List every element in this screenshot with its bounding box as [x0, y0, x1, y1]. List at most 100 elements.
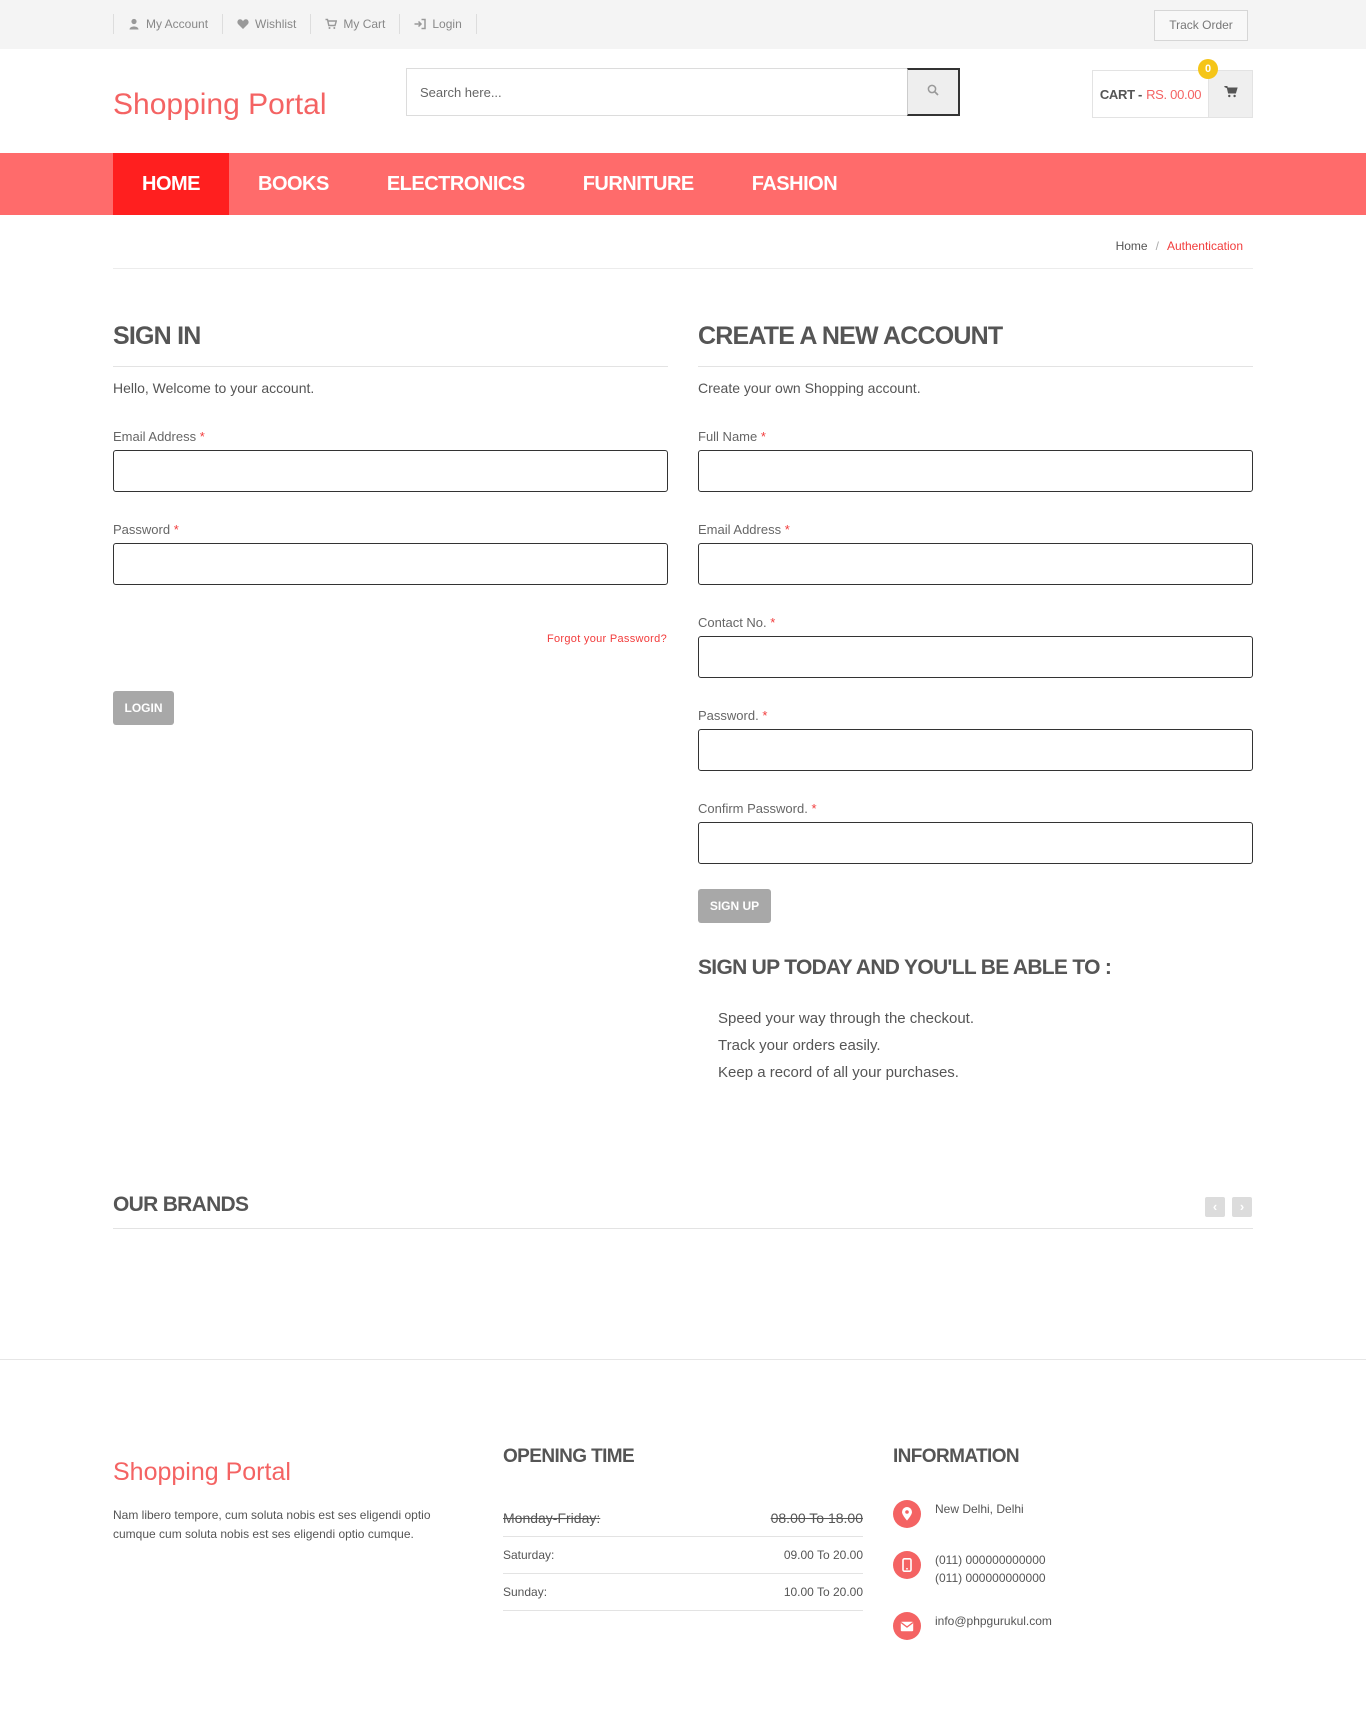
- header-cart[interactable]: CART - RS. 00.00: [1092, 70, 1253, 118]
- fullname-label-text: Full Name: [698, 429, 758, 444]
- search-button[interactable]: [907, 68, 960, 116]
- required-mark: *: [762, 708, 768, 723]
- signup-email-label: Email Address *: [698, 522, 1253, 537]
- signup-email-input[interactable]: [698, 543, 1253, 585]
- cart-summary: CART - RS. 00.00: [1093, 71, 1208, 117]
- login-icon: [414, 18, 427, 30]
- signin-email-input[interactable]: [113, 450, 668, 492]
- phone-2: (011) 000000000000: [935, 1571, 1046, 1585]
- brands-title: OUR BRANDS: [113, 1193, 249, 1216]
- create-account-section: CREATE A NEW ACCOUNT Create your own Sho…: [698, 322, 1253, 1086]
- breadcrumb-home[interactable]: Home: [1116, 239, 1148, 253]
- required-mark: *: [811, 801, 817, 816]
- envelope-icon: [893, 1612, 921, 1640]
- heart-icon: [237, 18, 249, 30]
- contact-label-text: Contact No.: [698, 615, 767, 630]
- confirm-password-label-text: Confirm Password.: [698, 801, 808, 816]
- signup-password-label: Password. *: [698, 708, 1253, 723]
- benefits-title: SIGN UP TODAY AND YOU'LL BE ABLE TO :: [698, 956, 1112, 979]
- nav-item-electronics[interactable]: ELECTRONICS: [358, 153, 554, 215]
- main-nav: HOME BOOKS ELECTRONICS FURNITURE FASHION: [0, 153, 1366, 215]
- opening-hours-table: Monday-Friday: 08.00 To 18.00 Saturday: …: [503, 1500, 863, 1611]
- divider: [113, 1228, 1253, 1229]
- info-phone: (011) 000000000000 (011) 000000000000: [893, 1551, 1253, 1587]
- fullname-input[interactable]: [698, 450, 1253, 492]
- signup-password-input[interactable]: [698, 729, 1253, 771]
- my-account-label: My Account: [146, 17, 209, 31]
- my-cart-link[interactable]: My Cart: [310, 14, 401, 34]
- sign-up-button[interactable]: SIGN UP: [698, 889, 771, 923]
- search-input[interactable]: [407, 69, 907, 115]
- basket-icon: [1223, 85, 1238, 103]
- map-marker-icon: [893, 1500, 921, 1528]
- my-account-link[interactable]: My Account: [113, 14, 224, 34]
- hours-day: Monday-Friday:: [503, 1510, 601, 1526]
- cart-count-badge: 0: [1198, 59, 1218, 79]
- nav-item-furniture[interactable]: FURNITURE: [554, 153, 723, 215]
- signin-email-label-text: Email Address: [113, 429, 197, 444]
- footer-description: Nam libero tempore, cum soluta nobis est…: [113, 1508, 431, 1541]
- hours-time: 08.00 To 18.00: [770, 1510, 863, 1526]
- wishlist-label: Wishlist: [255, 17, 297, 31]
- search-icon: [927, 83, 939, 101]
- hours-time: 10.00 To 20.00: [783, 1585, 863, 1599]
- site-logo[interactable]: Shopping Portal: [113, 88, 327, 122]
- table-row: Sunday: 10.00 To 20.00: [503, 1574, 863, 1611]
- signin-password-label: Password *: [113, 522, 668, 537]
- brands-prev-button[interactable]: ‹: [1205, 1197, 1225, 1217]
- signin-password-input[interactable]: [113, 543, 668, 585]
- create-account-title: CREATE A NEW ACCOUNT: [698, 322, 1253, 367]
- opening-time-title: OPENING TIME: [503, 1446, 635, 1467]
- confirm-password-label: Confirm Password. *: [698, 801, 1253, 816]
- contact-input[interactable]: [698, 636, 1253, 678]
- nav-item-home[interactable]: HOME: [113, 153, 229, 215]
- required-mark: *: [173, 522, 179, 537]
- signup-password-label-text: Password.: [698, 708, 759, 723]
- forgot-password-link[interactable]: Forgot your Password?: [547, 633, 667, 645]
- signup-benefits: SIGN UP TODAY AND YOU'LL BE ABLE TO : Sp…: [698, 956, 1253, 1086]
- list-item: Speed your way through the checkout.: [718, 1010, 974, 1027]
- signin-password-label-text: Password: [113, 522, 171, 537]
- list-item: Track your orders easily.: [718, 1037, 881, 1054]
- login-button[interactable]: LOGIN: [113, 691, 174, 725]
- nav-item-fashion[interactable]: FASHION: [723, 153, 866, 215]
- cart-label: CART -: [1099, 86, 1143, 102]
- signin-email-label: Email Address *: [113, 429, 668, 444]
- search-bar: [406, 68, 960, 116]
- breadcrumb: Home / Authentication: [1116, 239, 1243, 253]
- info-address: New Delhi, Delhi: [893, 1500, 1253, 1528]
- table-row: Saturday: 09.00 To 20.00: [503, 1537, 863, 1574]
- track-order-button[interactable]: Track Order: [1154, 10, 1248, 41]
- fullname-label: Full Name *: [698, 429, 1253, 444]
- phone-1: (011) 000000000000: [935, 1553, 1046, 1567]
- cart-amount: RS. 00.00: [1146, 86, 1202, 102]
- contact-label: Contact No. *: [698, 615, 1253, 630]
- breadcrumb-separator: /: [1155, 239, 1159, 253]
- top-links: My Account Wishlist My Cart Login: [113, 14, 477, 34]
- brands-next-button[interactable]: ›: [1232, 1197, 1252, 1217]
- create-account-intro: Create your own Shopping account.: [698, 380, 921, 396]
- table-row: Monday-Friday: 08.00 To 18.00: [503, 1500, 863, 1537]
- confirm-password-input[interactable]: [698, 822, 1253, 864]
- login-label: Login: [432, 17, 462, 31]
- breadcrumb-current: Authentication: [1166, 239, 1243, 253]
- info-email: info@phpgurukul.com: [893, 1612, 1253, 1640]
- footer-logo[interactable]: Shopping Portal: [113, 1458, 291, 1487]
- sign-in-section: SIGN IN Hello, Welcome to your account. …: [113, 322, 668, 585]
- my-cart-label: My Cart: [343, 17, 386, 31]
- hours-day: Saturday:: [503, 1548, 555, 1562]
- required-mark: *: [199, 429, 205, 444]
- sign-in-title: SIGN IN: [113, 322, 668, 367]
- divider: [113, 268, 1253, 269]
- signup-email-label-text: Email Address: [698, 522, 782, 537]
- login-link[interactable]: Login: [399, 14, 477, 34]
- benefits-list: Speed your way through the checkout. Tra…: [698, 1005, 1253, 1086]
- nav-item-books[interactable]: BOOKS: [229, 153, 358, 215]
- top-bar: My Account Wishlist My Cart Login Track …: [0, 0, 1366, 49]
- hours-time: 09.00 To 20.00: [783, 1548, 863, 1562]
- wishlist-link[interactable]: Wishlist: [222, 14, 312, 34]
- mobile-phone-icon: [893, 1551, 921, 1579]
- required-mark: *: [760, 429, 766, 444]
- cart-icon: [325, 18, 338, 30]
- email-text[interactable]: info@phpgurukul.com: [935, 1612, 1052, 1640]
